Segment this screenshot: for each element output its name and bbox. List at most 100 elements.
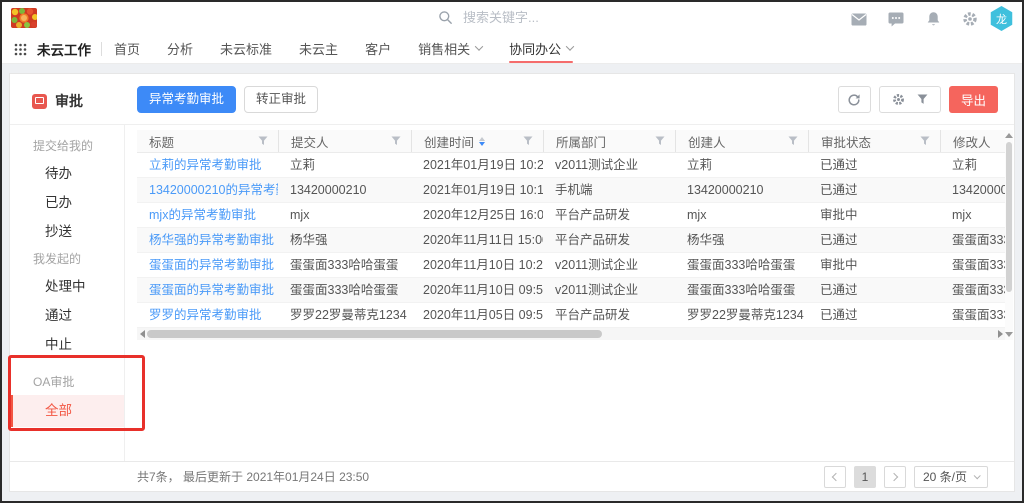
cell-created: 2021年01月19日 10:16 xyxy=(411,178,543,202)
page-size-select[interactable]: 20 条/页 xyxy=(914,466,988,488)
filter-funnel-icon[interactable] xyxy=(258,136,268,146)
sidebar-group-initiated-by-me: 我发起的 xyxy=(10,246,124,272)
sidebar-group-submitted-to-me: 提交给我的 xyxy=(10,133,124,159)
horizontal-scrollbar[interactable] xyxy=(137,328,1005,340)
cell-creator: 立莉 xyxy=(675,153,808,177)
cell-department: v2011测试企业 xyxy=(543,153,675,177)
sidebar: 提交给我的 待办 已办 抄送 我发起的 处理中 通过 中止 OA审批 全部 xyxy=(10,125,125,461)
column-header-department[interactable]: 所属部门 xyxy=(543,130,675,152)
cell-submitter: mjx xyxy=(278,203,411,227)
table-row[interactable]: 立莉的异常考勤审批立莉2021年01月19日 10:22v2011测试企业立莉已… xyxy=(137,153,1005,178)
filter-funnel-icon[interactable] xyxy=(655,136,665,146)
cell-title[interactable]: 蛋蛋面的异常考勤审批 xyxy=(137,278,278,302)
hscroll-thumb[interactable] xyxy=(147,330,602,338)
column-label: 创建时间 xyxy=(424,132,474,151)
table-row[interactable]: 杨华强的异常考勤审批杨华强2020年11月11日 15:00平台产品研发杨华强已… xyxy=(137,228,1005,253)
nav-item-collaboration[interactable]: 协同办公 xyxy=(509,35,573,64)
topbar: 龙 xyxy=(2,2,1022,35)
page-size-value: 20 条/页 xyxy=(923,468,967,485)
company-logo[interactable] xyxy=(11,8,37,28)
mail-icon[interactable] xyxy=(851,11,867,27)
bell-icon[interactable] xyxy=(925,11,941,27)
nav-item-main[interactable]: 未云主 xyxy=(299,35,338,64)
search-input[interactable] xyxy=(461,9,641,26)
vscroll-thumb[interactable] xyxy=(1006,142,1012,292)
scroll-down-icon[interactable] xyxy=(1005,332,1013,337)
cell-submitter: 13420000210 xyxy=(278,178,411,202)
search-icon xyxy=(438,10,453,25)
tab-bar: 异常考勤审批 转正审批 xyxy=(137,86,318,113)
cell-title[interactable]: 立莉的异常考勤审批 xyxy=(137,153,278,177)
cell-title[interactable]: mjx的异常考勤审批 xyxy=(137,203,278,227)
main-navbar: 未云工作 首页 分析 未云标准 未云主 客户 销售相关 协同办公 xyxy=(2,35,1022,64)
refresh-button[interactable] xyxy=(838,86,871,113)
sidebar-item-processing[interactable]: 处理中 xyxy=(10,272,124,301)
cell-created: 2021年01月19日 10:22 xyxy=(411,153,543,177)
chevron-down-icon xyxy=(974,472,981,479)
table-row[interactable]: 罗罗的异常考勤审批罗罗22罗曼蒂克12342020年11月05日 09:57平台… xyxy=(137,303,1005,328)
cell-department: 平台产品研发 xyxy=(543,228,675,252)
filter-funnel-icon[interactable] xyxy=(920,136,930,146)
column-header-submitter[interactable]: 提交人 xyxy=(278,130,411,152)
next-page-button[interactable] xyxy=(884,466,906,488)
nav-item-customer[interactable]: 客户 xyxy=(365,35,391,64)
cell-title[interactable]: 蛋蛋面的异常考勤审批 xyxy=(137,253,278,277)
scroll-up-icon[interactable] xyxy=(1005,133,1013,138)
column-header-status[interactable]: 审批状态 xyxy=(808,130,940,152)
topbar-icons xyxy=(851,11,978,27)
hscroll-track[interactable] xyxy=(147,328,995,340)
scroll-right-icon[interactable] xyxy=(995,328,1005,340)
sidebar-item-todo[interactable]: 待办 xyxy=(10,159,124,188)
cell-title[interactable]: 杨华强的异常考勤审批 xyxy=(137,228,278,252)
sort-icon[interactable] xyxy=(479,137,485,146)
nav-item-label: 协同办公 xyxy=(509,36,561,63)
table-row[interactable]: 蛋蛋面的异常考勤审批蛋蛋面333哈哈蛋蛋2020年11月10日 09:56v20… xyxy=(137,278,1005,303)
filter-funnel-icon[interactable] xyxy=(523,136,533,146)
chat-icon[interactable] xyxy=(888,11,904,27)
main-panel: 标题 提交人 创建时间 所属部门 xyxy=(126,125,1014,461)
cell-title[interactable]: 罗罗的异常考勤审批 xyxy=(137,303,278,327)
column-header-title[interactable]: 标题 xyxy=(137,130,278,152)
nav-item-label: 销售相关 xyxy=(418,36,470,63)
toolbar-actions: 导出 xyxy=(838,86,998,113)
table-row[interactable]: 蛋蛋面的异常考勤审批蛋蛋面333哈哈蛋蛋2020年11月10日 10:24v20… xyxy=(137,253,1005,278)
apps-grid-icon[interactable] xyxy=(14,43,27,56)
table-row[interactable]: 13420000210的异常考勤审批134200002102021年01月19日… xyxy=(137,178,1005,203)
page-number[interactable]: 1 xyxy=(854,466,876,488)
tab-abnormal-attendance[interactable]: 异常考勤审批 xyxy=(137,86,236,113)
sidebar-item-aborted[interactable]: 中止 xyxy=(10,330,124,359)
nav-item-analysis[interactable]: 分析 xyxy=(167,35,193,64)
tab-regularization[interactable]: 转正审批 xyxy=(244,86,318,113)
column-label: 审批状态 xyxy=(821,132,871,151)
cell-title[interactable]: 13420000210的异常考勤审批 xyxy=(137,178,278,202)
user-avatar[interactable]: 龙 xyxy=(989,6,1014,31)
gear-icon[interactable] xyxy=(962,11,978,27)
table-footer: 共7条， 最后更新于 2021年01月24日 23:50 1 20 条/页 xyxy=(10,461,1014,491)
sidebar-item-passed[interactable]: 通过 xyxy=(10,301,124,330)
filter-funnel-icon[interactable] xyxy=(788,136,798,146)
column-header-created[interactable]: 创建时间 xyxy=(411,130,543,152)
sidebar-item-done[interactable]: 已办 xyxy=(10,188,124,217)
nav-item-standard[interactable]: 未云标准 xyxy=(220,35,272,64)
record-summary: 共7条， 最后更新于 2021年01月24日 23:50 xyxy=(137,468,369,485)
nav-item-sales[interactable]: 销售相关 xyxy=(418,35,482,64)
settings-gear-icon[interactable] xyxy=(892,93,905,106)
export-button[interactable]: 导出 xyxy=(949,86,998,113)
table-row[interactable]: mjx的异常考勤审批mjx2020年12月25日 16:04平台产品研发mjx审… xyxy=(137,203,1005,228)
cell-status: 已通过 xyxy=(808,153,940,177)
vertical-scrollbar[interactable] xyxy=(1005,130,1013,340)
sidebar-item-all[interactable]: 全部 xyxy=(10,395,124,427)
workspace-name[interactable]: 未云工作 xyxy=(37,39,91,59)
approval-table: 标题 提交人 创建时间 所属部门 xyxy=(137,130,1005,340)
filter-funnel-icon[interactable] xyxy=(917,94,928,105)
column-header-modifier[interactable]: 修改人 xyxy=(940,130,1005,152)
prev-page-button[interactable] xyxy=(824,466,846,488)
cell-modifier: 蛋蛋面333哈哈 xyxy=(940,228,1005,252)
nav-item-home[interactable]: 首页 xyxy=(114,35,140,64)
scroll-left-icon[interactable] xyxy=(137,328,147,340)
filter-funnel-icon[interactable] xyxy=(391,136,401,146)
cell-modifier: 13420000210 xyxy=(940,178,1005,202)
sidebar-item-cc[interactable]: 抄送 xyxy=(10,217,124,246)
column-header-creator[interactable]: 创建人 xyxy=(675,130,808,152)
cell-modifier: 蛋蛋面333哈哈 xyxy=(940,278,1005,302)
